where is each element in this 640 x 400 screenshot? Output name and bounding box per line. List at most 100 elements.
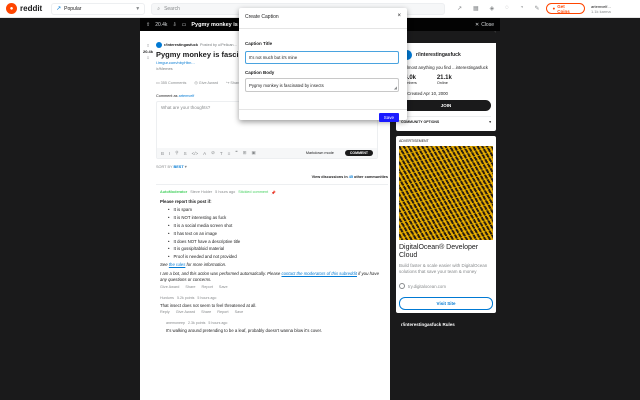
- report-button[interactable]: Report: [202, 285, 213, 289]
- comment-author[interactable]: AutoModerator: [160, 190, 187, 195]
- close-post-button[interactable]: ✕ Close: [475, 22, 494, 28]
- share-button[interactable]: Share: [185, 285, 195, 289]
- comments-button[interactable]: ▭ 355 Comments: [156, 80, 186, 85]
- image-icon[interactable]: ▣: [252, 150, 256, 156]
- advertisement-card[interactable]: ADVERTISEMENT DigitalOcean® Developer Cl…: [396, 136, 496, 313]
- list-item: It does NOT have a descriptive title: [168, 238, 386, 246]
- about-community-card: r/interestingasfuck ...almost anything y…: [396, 31, 496, 131]
- close-icon[interactable]: ×: [397, 13, 401, 19]
- post-icon: ▭: [181, 21, 187, 28]
- spoiler-icon[interactable]: ⊘: [211, 150, 215, 156]
- card-header: [396, 31, 496, 43]
- comment-as-user[interactable]: artemvelf: [179, 94, 195, 98]
- divider: [239, 109, 407, 110]
- header-score: 20.4k: [155, 21, 168, 28]
- downvote-icon[interactable]: ⇩: [142, 55, 154, 61]
- list-icon[interactable]: ≡: [228, 151, 231, 156]
- link-icon[interactable]: ⚲: [175, 150, 178, 156]
- view-discussions-link[interactable]: View discussions in 45 other communities: [156, 175, 388, 179]
- divider: [239, 28, 407, 29]
- caption-body-textarea[interactable]: Pygmy monkey is fascinated by insects ◢: [245, 78, 399, 92]
- superscript-icon[interactable]: A: [203, 151, 206, 156]
- save-button[interactable]: Save: [378, 113, 399, 122]
- italic-icon[interactable]: I: [169, 151, 170, 156]
- list-item: It is gossip/tabloid material: [168, 245, 386, 253]
- bold-icon[interactable]: B: [161, 151, 164, 156]
- visit-site-button[interactable]: Visit Site: [399, 297, 493, 310]
- popular-icon[interactable]: ↗: [457, 5, 462, 12]
- table-icon[interactable]: ⊞: [243, 150, 247, 156]
- quote-icon[interactable]: ❝: [235, 150, 237, 156]
- list-item: It is a social media screen shot: [168, 222, 386, 230]
- report-button[interactable]: Report: [217, 310, 228, 314]
- community-stats: 24.0k Members 21.1k Online: [401, 75, 491, 85]
- create-post-icon[interactable]: ✎: [535, 5, 540, 12]
- comment-author[interactable]: anemoneep: [166, 321, 185, 325]
- trending-icon: ↗: [56, 6, 62, 12]
- join-button[interactable]: JOIN: [401, 100, 491, 111]
- resize-grip-icon[interactable]: ◢: [394, 85, 397, 90]
- ad-image[interactable]: [399, 146, 493, 240]
- shield-icon[interactable]: ◈: [490, 5, 495, 12]
- give-award-button[interactable]: Give Award: [160, 285, 179, 289]
- strikethrough-icon[interactable]: S: [184, 151, 187, 156]
- give-award-button[interactable]: Give Award: [176, 310, 195, 314]
- subreddit-link[interactable]: r/interestingasfuck: [164, 43, 198, 47]
- comment-meta: anemoneep 2.3k points 5 hours ago: [166, 321, 386, 325]
- notifications-icon[interactable]: ◔: [520, 5, 524, 12]
- ad-text: Build faster & scale easier with Digital…: [399, 263, 488, 274]
- search-placeholder: Search: [164, 5, 180, 12]
- downvote-icon[interactable]: ⇩: [172, 22, 176, 28]
- stats-icon[interactable]: ▦: [473, 5, 479, 12]
- feed-selector[interactable]: ↗ Popular ▼: [51, 2, 146, 15]
- feed-label: Popular: [64, 5, 82, 12]
- reply-button[interactable]: Reply: [160, 310, 170, 314]
- award-label: Give Award: [198, 81, 219, 85]
- rules-link[interactable]: the rules: [169, 262, 185, 267]
- comment: Hurdurrs 5.2k points 5 hours ago That in…: [156, 296, 386, 314]
- chevron-down-icon: ▾: [184, 165, 187, 169]
- header-icons: ↗ ▦ ◈ ◌ ◔ ✎: [457, 5, 540, 12]
- sort-label: SORT BY: [156, 165, 173, 169]
- ad-url[interactable]: try.digitalocean.com: [399, 283, 493, 289]
- comment-points: 5.2k points: [176, 296, 195, 301]
- get-coins-button[interactable]: ● Get Coins: [545, 3, 585, 14]
- subreddit-name[interactable]: r/interestingasfuck: [416, 52, 461, 58]
- markdown-mode-toggle[interactable]: Markdown mode: [306, 151, 334, 155]
- community-title: r/interestingasfuck: [401, 49, 491, 61]
- share-button[interactable]: Share: [201, 310, 211, 314]
- comment-toolbar: B I ⚲ S </> A ⊘ T ≡ ❝ ⊞ ▣ Markdown mode …: [157, 148, 377, 158]
- contact-moderators-link[interactable]: contact the moderators of this subreddit: [282, 271, 357, 276]
- heading-icon[interactable]: T: [220, 151, 223, 156]
- community-description: ...almost anything you find ...interesti…: [401, 65, 488, 70]
- comment: anemoneep 2.3k points 5 hours ago It's w…: [156, 321, 386, 333]
- see-suffix: for more information.: [186, 262, 227, 268]
- subreddit-avatar[interactable]: [156, 42, 162, 48]
- caption-title-label: Caption Title: [245, 41, 273, 46]
- see-rules: See the rules for more information.: [160, 261, 386, 269]
- user-menu[interactable]: artemvelf... 1.1k karma: [591, 4, 634, 14]
- caption-title-input[interactable]: It's not much but it's mine: [245, 51, 399, 64]
- give-award-button[interactable]: ◎ Give Award: [194, 80, 218, 85]
- comment-flair: Steve Holder: [190, 190, 213, 194]
- comment-body: Please report this post if: It is spam I…: [160, 198, 386, 283]
- save-comment-button[interactable]: Save: [219, 285, 228, 289]
- code-icon[interactable]: </>: [192, 151, 199, 156]
- comment-actions: Give Award Share Report Save: [160, 285, 386, 289]
- reddit-logo[interactable]: ● reddit: [6, 3, 45, 14]
- comment-author[interactable]: Hurdurrs: [160, 296, 174, 300]
- comment-points: 2.3k points: [187, 321, 206, 326]
- community-options-toggle[interactable]: COMMUNITY OPTIONS ▾: [401, 116, 491, 127]
- sort-selector[interactable]: SORT BY BEST ▾: [156, 164, 386, 169]
- chat-icon[interactable]: ◌: [505, 5, 509, 12]
- upvote-icon[interactable]: ⇧: [146, 22, 150, 28]
- comment-time: 5 hours ago: [215, 190, 236, 194]
- online-label: Online: [436, 81, 448, 85]
- posted-by[interactable]: Posted by u/Pelican...: [200, 43, 237, 47]
- save-comment-button[interactable]: Save: [235, 310, 244, 314]
- ad-title[interactable]: DigitalOcean® Developer Cloud: [399, 244, 493, 260]
- comment-text: That insect does not seem to feel threat…: [160, 303, 257, 309]
- comment-time: 5 hours ago: [197, 296, 217, 301]
- see-prefix: See: [160, 262, 168, 268]
- comment-submit-button[interactable]: COMMENT: [344, 150, 373, 156]
